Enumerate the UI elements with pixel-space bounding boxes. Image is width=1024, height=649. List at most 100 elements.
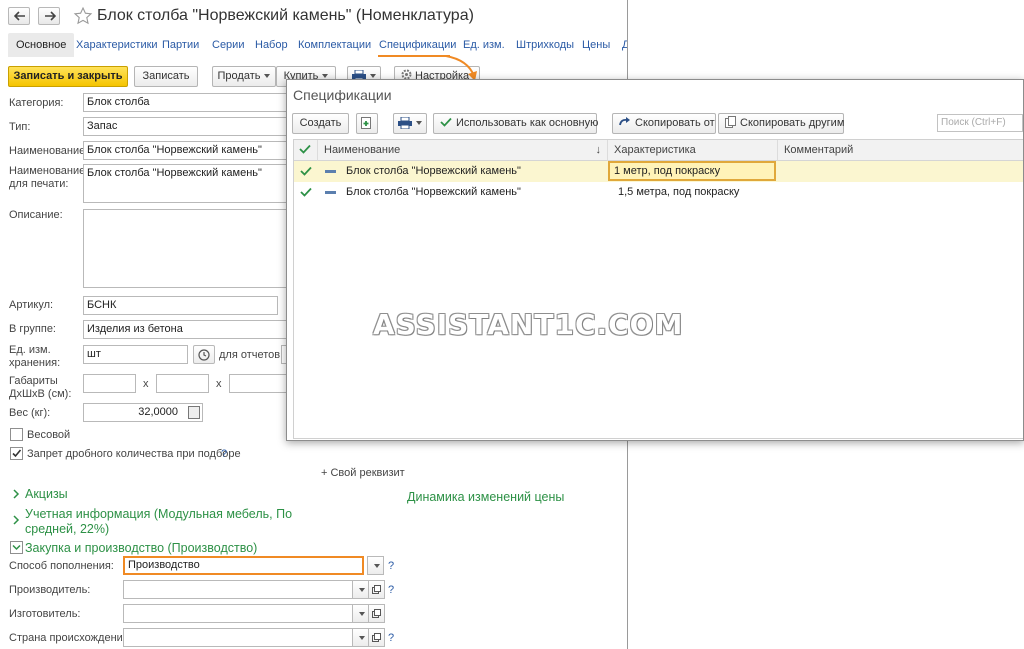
- width-field[interactable]: [156, 374, 209, 393]
- reports-unit-label: для отчетов:: [219, 349, 284, 361]
- back-button[interactable]: [8, 7, 30, 25]
- description-label: Описание:: [9, 209, 63, 221]
- row-characteristic: 1,5 метра, под покраску: [618, 186, 740, 198]
- country-open-button[interactable]: [368, 628, 385, 647]
- row-comment: [778, 161, 784, 182]
- checkmark-icon: [300, 166, 312, 176]
- chevron-right-icon[interactable]: [12, 515, 20, 525]
- dropdown-caret-icon: [359, 612, 365, 616]
- search-input[interactable]: Поиск (Ctrl+F): [937, 114, 1023, 132]
- replenishment-help-icon[interactable]: ?: [388, 560, 394, 572]
- dropdown-caret-icon: [370, 74, 376, 79]
- unit-field[interactable]: шт: [83, 345, 188, 364]
- watermark: ASSISTANT1C.COM: [373, 308, 684, 341]
- checkmark-icon: [440, 117, 452, 127]
- header-name[interactable]: Наименование ↓: [318, 140, 608, 161]
- specifications-table: Наименование ↓ Характеристика Комментари…: [293, 139, 1023, 439]
- replenishment-field[interactable]: Производство: [123, 556, 364, 575]
- no-fraction-checkbox[interactable]: [10, 447, 23, 460]
- arrow-left-icon: [14, 11, 25, 21]
- producer-field[interactable]: [123, 580, 369, 599]
- forward-button[interactable]: [38, 7, 60, 25]
- producer-help-icon[interactable]: ?: [388, 584, 394, 596]
- table-row[interactable]: Блок столба "Норвежский камень" 1 метр, …: [294, 161, 1023, 182]
- window-title: Блок столба "Норвежский камень" (Номенкл…: [97, 7, 474, 24]
- use-as-main-button[interactable]: Использовать как основную: [433, 113, 599, 134]
- manufacturer-dropdown-button[interactable]: [352, 604, 369, 623]
- favorite-star-icon[interactable]: [73, 6, 93, 26]
- accounting-section[interactable]: Учетная информация (Модульная мебель, По…: [25, 507, 292, 537]
- tab-batches[interactable]: Партии: [162, 33, 199, 57]
- create-button[interactable]: Создать: [292, 113, 349, 134]
- tab-barcodes[interactable]: Штрихкоды: [516, 33, 574, 57]
- row-name: Блок столба "Норвежский камень": [346, 165, 521, 177]
- excise-section[interactable]: Акцизы: [25, 487, 68, 502]
- article-field[interactable]: БСНК: [83, 296, 278, 315]
- popup-print-button[interactable]: [393, 113, 427, 134]
- sell-button[interactable]: Продать: [212, 66, 276, 87]
- tab-characteristics[interactable]: Характеристики: [76, 33, 158, 57]
- calculator-icon[interactable]: [188, 406, 200, 419]
- dropdown-caret-icon: [359, 636, 365, 640]
- tab-set[interactable]: Набор: [255, 33, 288, 57]
- weight-field[interactable]: 32,0000: [83, 403, 203, 422]
- length-field[interactable]: [83, 374, 136, 393]
- purchase-section[interactable]: Закупка и производство (Производство): [25, 541, 257, 556]
- weighted-checkbox[interactable]: [10, 428, 23, 441]
- item-icon: [325, 191, 336, 194]
- tab-main[interactable]: Основное: [8, 33, 75, 57]
- producer-dropdown-button[interactable]: [352, 580, 369, 599]
- country-field[interactable]: [123, 628, 369, 647]
- dropdown-caret-icon: [359, 588, 365, 592]
- chevron-down-icon: [12, 544, 21, 551]
- open-icon: [372, 633, 381, 642]
- manufacturer-open-button[interactable]: [368, 604, 385, 623]
- copy-from-label: Скопировать от: [635, 117, 715, 129]
- no-fraction-help-icon[interactable]: ?: [221, 448, 227, 460]
- sort-arrow-icon: ↓: [595, 144, 602, 156]
- copy-add-icon: [361, 117, 371, 129]
- header-characteristic[interactable]: Характеристика: [608, 140, 778, 161]
- use-as-main-label: Использовать как основную: [456, 117, 599, 129]
- header-check-column[interactable]: [294, 140, 318, 161]
- save-and-close-button[interactable]: Записать и закрыть: [8, 66, 128, 87]
- checkmark-icon: [12, 449, 22, 458]
- producer-open-button[interactable]: [368, 580, 385, 599]
- price-dynamics-link[interactable]: Динамика изменений цены: [407, 490, 564, 505]
- tab-kits[interactable]: Комплектации: [298, 33, 371, 57]
- name-label: Наименование:: [9, 145, 89, 157]
- row-name: Блок столба "Норвежский камень": [346, 186, 521, 198]
- custom-attribute-link[interactable]: + Свой реквизит: [321, 467, 405, 480]
- dropdown-caret-icon: [374, 564, 380, 568]
- tab-prices[interactable]: Цены: [582, 33, 610, 57]
- copy-to-others-label: Скопировать другим: [740, 117, 845, 129]
- country-help-icon[interactable]: ?: [388, 632, 394, 644]
- tab-more[interactable]: Д: [622, 33, 627, 57]
- purchase-section-toggle[interactable]: [10, 541, 23, 554]
- popup-title: Спецификации: [293, 87, 392, 103]
- no-fraction-label: Запрет дробного количества при подборе: [27, 448, 241, 460]
- open-icon: [372, 609, 381, 618]
- dropdown-caret-icon: [322, 74, 329, 79]
- save-button[interactable]: Записать: [134, 66, 198, 87]
- replenishment-dropdown-button[interactable]: [367, 556, 384, 575]
- tab-bar: Основное Характеристики Партии Серии Наб…: [8, 33, 627, 57]
- country-dropdown-button[interactable]: [352, 628, 369, 647]
- tab-series[interactable]: Серии: [212, 33, 244, 57]
- copy-item-button[interactable]: [356, 113, 378, 134]
- unit-history-button[interactable]: [193, 345, 215, 364]
- article-label: Артикул:: [9, 299, 54, 311]
- history-icon: [198, 349, 210, 361]
- chevron-right-icon[interactable]: [12, 489, 20, 499]
- header-comment[interactable]: Комментарий: [778, 140, 1023, 161]
- copy-to-others-button[interactable]: Скопировать другим: [718, 113, 844, 134]
- manufacturer-field[interactable]: [123, 604, 369, 623]
- checkmark-icon: [300, 187, 312, 197]
- table-row[interactable]: Блок столба "Норвежский камень" 1,5 метр…: [294, 182, 1023, 203]
- type-label: Тип:: [9, 121, 31, 133]
- row-characteristic[interactable]: 1 метр, под покраску: [608, 161, 776, 181]
- dimensions-label: Габариты ДхШхВ (см):: [9, 375, 72, 400]
- dropdown-caret-icon: [416, 121, 422, 126]
- replenishment-label: Способ пополнения:: [9, 560, 114, 572]
- copy-from-button[interactable]: Скопировать от: [612, 113, 716, 134]
